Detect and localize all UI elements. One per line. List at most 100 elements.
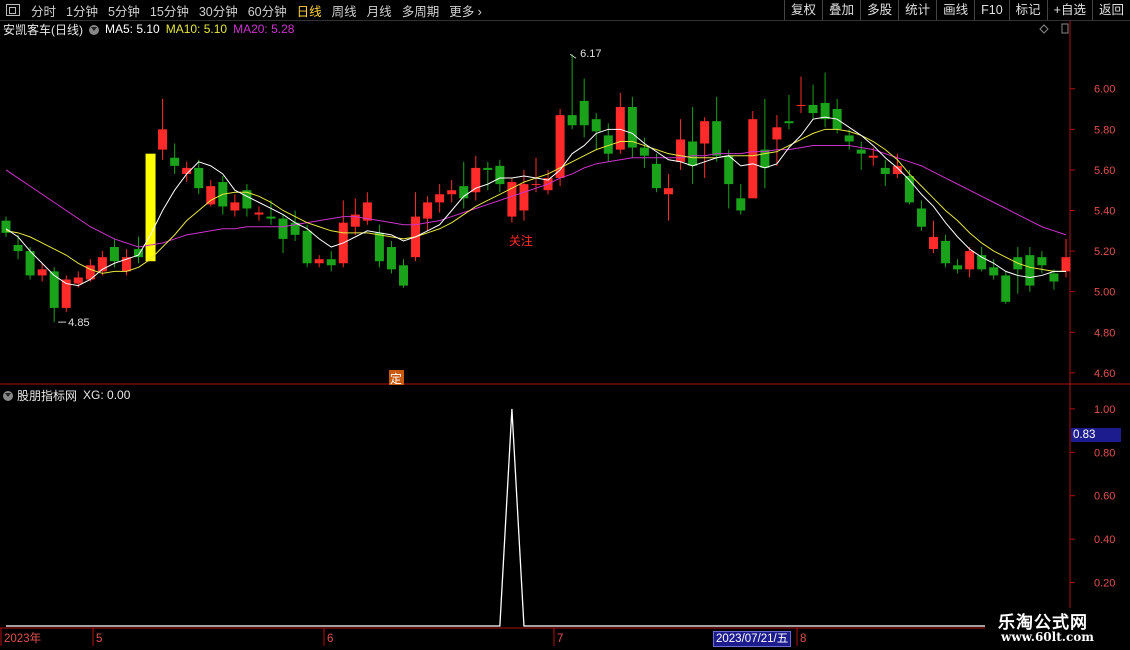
candle-body — [314, 259, 324, 264]
candle-body — [748, 119, 758, 199]
candle-body — [483, 167, 493, 170]
toolbar-button-6[interactable]: 标记 — [1008, 0, 1047, 20]
period-tab-0[interactable]: 分时 — [26, 1, 61, 20]
indicator-title: 股朋指标网 XG: 0.00 — [0, 387, 130, 403]
candle-body — [13, 245, 23, 252]
candle-body — [555, 115, 565, 179]
candle-body — [941, 240, 951, 264]
marker-label: 定 — [390, 371, 402, 386]
candle-body — [278, 218, 288, 239]
candle-body — [651, 163, 661, 189]
candle-body — [591, 119, 601, 132]
high-label: 6.17 — [580, 48, 601, 60]
indicator-tick-label: 0.20 — [1094, 578, 1115, 590]
date-label: 7 — [557, 633, 563, 645]
settings-dropdown-icon[interactable] — [89, 25, 99, 35]
period-tab-8[interactable]: 月线 — [362, 1, 397, 20]
indicator-xg: XG: 0.00 — [83, 388, 131, 402]
ma5-label: MA5: 5.10 — [105, 22, 160, 36]
price-tick-label: 5.20 — [1094, 246, 1115, 258]
indicator-line — [6, 408, 1066, 627]
candle-body — [664, 188, 673, 195]
candle-body — [1049, 273, 1059, 282]
indicator-name: 股朋指标网 — [17, 388, 78, 403]
price-tick-label: 6.00 — [1094, 84, 1115, 96]
candle-body — [1025, 255, 1035, 286]
period-tab-4[interactable]: 30分钟 — [194, 1, 243, 20]
toolbar-button-7[interactable]: +自选 — [1046, 0, 1092, 20]
candle-body — [989, 267, 999, 276]
candle-body — [49, 271, 59, 308]
candle-body — [73, 277, 83, 284]
period-tab-6[interactable]: 日线 — [292, 1, 327, 20]
candle-body — [615, 107, 625, 150]
price-tick-label: 5.00 — [1094, 287, 1115, 299]
date-label: 2023年 — [4, 631, 41, 645]
candle-body — [170, 157, 180, 166]
candle-body — [916, 208, 926, 227]
toolbar-button-2[interactable]: 多股 — [860, 0, 898, 20]
period-tab-7[interactable]: 周线 — [327, 1, 362, 20]
period-tab-2[interactable]: 5分钟 — [103, 1, 145, 20]
candle-body — [688, 141, 698, 166]
candle-body — [447, 190, 457, 195]
candle-body — [531, 184, 541, 186]
indicator-current-value: 0.83 — [1071, 428, 1121, 442]
candle-body — [1001, 275, 1011, 302]
stock-name: 安凯客车(日线) — [3, 22, 83, 37]
scroll-box — [1061, 23, 1069, 34]
candle-body — [374, 232, 384, 262]
ma20-label: MA20: 5.28 — [233, 22, 295, 36]
price-tick-label: 5.80 — [1094, 124, 1115, 136]
candle-body — [700, 121, 710, 144]
toolbar-button-3[interactable]: 统计 — [898, 0, 936, 20]
toolbar-button-0[interactable]: 复权 — [784, 0, 822, 20]
candle-body — [109, 247, 119, 262]
indicator-dropdown-icon[interactable] — [3, 391, 13, 401]
follow-label: 关注 — [509, 233, 533, 248]
candle-body — [435, 194, 445, 203]
candle-body — [760, 149, 770, 168]
period-tab-10[interactable]: 更多 › — [444, 1, 487, 20]
candle-body — [892, 165, 902, 174]
period-tab-3[interactable]: 15分钟 — [145, 1, 194, 20]
candle-body — [254, 212, 264, 215]
candle-body — [399, 265, 408, 286]
period-tab-5[interactable]: 60分钟 — [243, 1, 292, 20]
low-label: 4.85 — [68, 317, 89, 329]
candle-body — [712, 121, 722, 156]
layout-icon[interactable] — [6, 4, 20, 16]
toolbar-right-buttons: 复权 叠加 多股 统计 画线 F10 标记 +自选 返回 — [784, 0, 1130, 20]
candle-body — [796, 104, 806, 106]
candle-body — [929, 236, 938, 250]
toolbar-button-1[interactable]: 叠加 — [822, 0, 860, 20]
toolbar-button-4[interactable]: 画线 — [936, 0, 974, 20]
candle-body — [302, 230, 312, 264]
candle-body — [194, 167, 204, 189]
candle-body — [808, 104, 818, 114]
candle-body — [676, 139, 686, 162]
period-tabs: 分时 1分钟 5分钟 15分钟 30分钟 60分钟 日线 周线 月线 多周期 更多 › — [0, 0, 487, 20]
price-tick-label: 4.80 — [1094, 327, 1115, 339]
candle-body — [423, 202, 433, 219]
toolbar-button-5[interactable]: F10 — [974, 0, 1009, 20]
toolbar-button-8[interactable]: 返回 — [1091, 0, 1130, 20]
date-label: 8 — [800, 633, 806, 645]
candle-body — [965, 251, 975, 270]
candle-body — [880, 167, 890, 174]
candle-body — [772, 127, 782, 140]
date-label: 6 — [327, 633, 333, 645]
candle-body — [579, 100, 589, 126]
candle-body — [856, 149, 866, 154]
chart-canvas[interactable]: 4.60 4.80 5.00 5.20 5.40 5.60 5.80 6.00 0.20 0.40… — [0, 0, 1130, 650]
indicator-tick-label: 1.00 — [1094, 404, 1115, 416]
diamond-icon — [1039, 24, 1049, 34]
indicator-tick-label: 0.80 — [1094, 447, 1115, 459]
high-marker — [569, 53, 577, 59]
candle-body — [266, 216, 276, 219]
candle-body — [736, 198, 746, 211]
watermark-url: www.60lt.com — [1001, 630, 1094, 644]
price-tick-label: 5.60 — [1094, 165, 1115, 177]
period-tab-1[interactable]: 1分钟 — [61, 1, 103, 20]
period-tab-9[interactable]: 多周期 — [397, 1, 445, 20]
